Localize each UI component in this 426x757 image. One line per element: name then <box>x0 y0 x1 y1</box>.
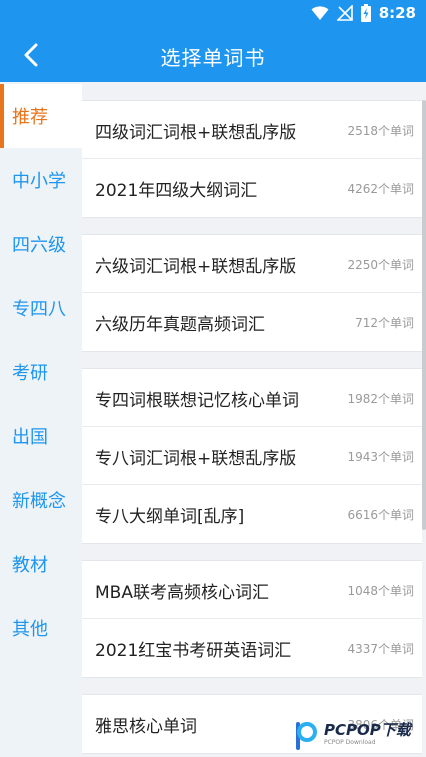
pcpop-logo-icon <box>296 721 317 750</box>
wordbook-name: 四级词汇词根+联想乱序版 <box>95 123 297 143</box>
watermark-subtext: PCPOP Download <box>324 739 376 746</box>
word-count: 712个单词 <box>355 316 414 330</box>
word-count: 2250个单词 <box>347 258 414 272</box>
sidebar-item-tem[interactable]: 专四八 <box>0 276 82 340</box>
sidebar-item-label: 推荐 <box>12 107 48 128</box>
sidebar-item-label: 新概念 <box>12 491 66 512</box>
sidebar-item-label: 专四八 <box>12 299 66 320</box>
word-count: 1048个单词 <box>347 584 414 598</box>
sidebar-item-primary-secondary[interactable]: 中小学 <box>0 148 82 212</box>
app-bar: 选择单词书 <box>0 28 426 82</box>
word-count: 6616个单词 <box>347 508 414 522</box>
wordbook-name: 雅思核心单词 <box>95 717 197 737</box>
sidebar-item-postgrad[interactable]: 考研 <box>0 340 82 404</box>
wordbook-name: 专四词根联想记忆核心单词 <box>95 391 299 411</box>
wordbook-group: 四级词汇词根+联想乱序版 2518个单词 2021年四级大纲词汇 4262个单词 <box>82 100 422 218</box>
wordbook-group: 专四词根联想记忆核心单词 1982个单词 专八词汇词根+联想乱序版 1943个单… <box>82 368 422 544</box>
wordbook-name: 专八大纲单词[乱序] <box>95 507 245 527</box>
wordbook-group: MBA联考高频核心词汇 1048个单词 2021红宝书考研英语词汇 4337个单… <box>82 560 422 678</box>
wordbook-item[interactable]: MBA联考高频核心词汇 1048个单词 <box>82 561 422 619</box>
wordbook-name: 2021年四级大纲词汇 <box>95 181 258 201</box>
sidebar-item-abroad[interactable]: 出国 <box>0 404 82 468</box>
sidebar-item-label: 出国 <box>12 427 48 448</box>
sidebar-item-recommend[interactable]: 推荐 <box>0 84 82 148</box>
battery-charging-icon <box>360 4 371 22</box>
sidebar-item-label: 四六级 <box>12 235 66 256</box>
wifi-icon <box>311 6 329 20</box>
wordbook-item[interactable]: 专八大纲单词[乱序] 6616个单词 <box>82 485 422 543</box>
status-icons: 8:28 <box>311 4 416 22</box>
word-count: 1943个单词 <box>347 450 414 464</box>
word-count: 2518个单词 <box>347 124 414 138</box>
sidebar-item-label: 教材 <box>12 555 48 576</box>
wordbook-name: MBA联考高频核心词汇 <box>95 583 269 603</box>
wordbook-item[interactable]: 专八词汇词根+联想乱序版 1943个单词 <box>82 427 422 485</box>
sidebar-item-label: 其他 <box>12 619 48 640</box>
status-bar: 8:28 <box>0 0 426 28</box>
sidebar-item-textbook[interactable]: 教材 <box>0 532 82 596</box>
sidebar-item-other[interactable]: 其他 <box>0 596 82 660</box>
wordbook-name: 2021红宝书考研英语词汇 <box>95 641 292 661</box>
wordbook-item[interactable]: 专四词根联想记忆核心单词 1982个单词 <box>82 369 422 427</box>
wordbook-name: 六级历年真题高频词汇 <box>95 315 265 335</box>
scrollbar[interactable] <box>422 100 426 530</box>
sidebar-item-label: 考研 <box>12 363 48 384</box>
word-count: 1982个单词 <box>347 392 414 406</box>
wordbook-group: 六级词汇词根+联想乱序版 2250个单词 六级历年真题高频词汇 712个单词 <box>82 234 422 352</box>
wordbook-item[interactable]: 2021红宝书考研英语词汇 4337个单词 <box>82 619 422 677</box>
page-title: 选择单词书 <box>160 46 266 70</box>
wordbook-item[interactable]: 四级词汇词根+联想乱序版 2518个单词 <box>82 101 422 159</box>
wordbook-item[interactable]: 六级词汇词根+联想乱序版 2250个单词 <box>82 235 422 293</box>
status-time: 8:28 <box>378 4 416 22</box>
sidebar-item-cet[interactable]: 四六级 <box>0 212 82 276</box>
word-count: 4262个单词 <box>347 182 414 196</box>
watermark-logo: PCPOP下载 PCPOP Download <box>294 712 426 757</box>
no-signal-icon <box>336 5 353 21</box>
wordbook-item[interactable]: 2021年四级大纲词汇 4262个单词 <box>82 159 422 217</box>
sidebar-item-label: 中小学 <box>12 171 66 192</box>
wordbook-list[interactable]: 四级词汇词根+联想乱序版 2518个单词 2021年四级大纲词汇 4262个单词… <box>82 82 426 757</box>
wordbook-item[interactable]: 六级历年真题高频词汇 712个单词 <box>82 293 422 351</box>
wordbook-name: 六级词汇词根+联想乱序版 <box>95 257 297 277</box>
sidebar-item-new-concept[interactable]: 新概念 <box>0 468 82 532</box>
category-sidebar: 推荐 中小学 四六级 专四八 考研 出国 新概念 教材 其他 <box>0 82 82 757</box>
watermark-text: PCPOP下载 <box>324 721 411 739</box>
word-count: 4337个单词 <box>347 642 414 656</box>
wordbook-name: 专八词汇词根+联想乱序版 <box>95 449 297 469</box>
